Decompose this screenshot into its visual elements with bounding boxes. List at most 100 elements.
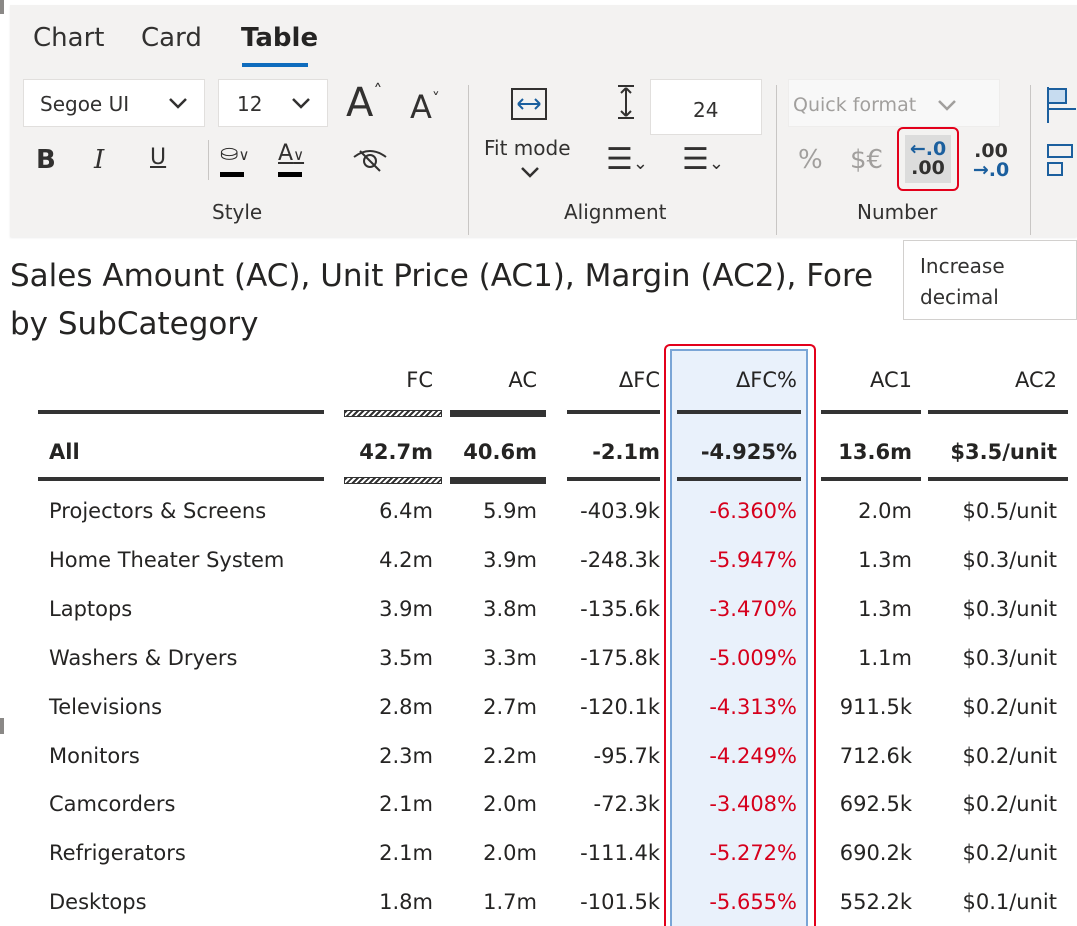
increase-font-size-icon[interactable]: A˄ — [346, 83, 382, 124]
table-cell-ac: 3.9m — [483, 547, 537, 572]
total-rule-ac — [450, 477, 546, 484]
table-cell-fc: 6.4m — [379, 499, 433, 523]
fill-color-swatch — [220, 172, 244, 177]
table-cell-fc: 1.8m — [379, 890, 433, 915]
table-cell-ac2: $0.2/unit — [962, 743, 1057, 768]
decrease-decimal-button[interactable]: .00 →.0 — [970, 137, 1016, 185]
chevron-down-icon[interactable] — [520, 165, 540, 179]
table-cell-ac1: 1.1m — [858, 645, 912, 670]
font-size-dropdown[interactable]: 12 — [218, 79, 328, 127]
active-tab-indicator — [242, 63, 308, 67]
total-rule-ac2 — [928, 477, 1068, 481]
style-group-label: Style — [212, 200, 263, 224]
font-family-dropdown[interactable]: Segoe UI — [23, 79, 205, 127]
total-rule-dfcpct — [677, 477, 801, 481]
fill-color-icon[interactable]: ⛀∨ — [220, 143, 249, 165]
underline-button[interactable]: U — [150, 147, 166, 169]
horizontal-align-icon[interactable]: ☰⌄ — [606, 145, 648, 175]
tab-table[interactable]: Table — [241, 23, 318, 53]
header-rule-fc — [344, 410, 442, 417]
table-row-name: Monitors — [49, 743, 140, 768]
ribbon-divider — [208, 140, 209, 180]
percent-format-button[interactable]: % — [798, 147, 823, 173]
table-cell-ac: 2.0m — [483, 841, 537, 866]
table-cell-dfcpct: -5.655% — [709, 890, 797, 915]
tab-card[interactable]: Card — [141, 23, 202, 53]
chart-title-line-2: by SubCategory — [10, 306, 259, 342]
quick-format-dropdown[interactable]: Quick format — [788, 79, 1000, 127]
column-header-dfcpct: ΔFC% — [735, 368, 797, 392]
vertical-align-icon[interactable]: ☰⌄ — [682, 145, 724, 175]
table-row-name: Televisions — [49, 694, 163, 719]
table-cell-ac2: $0.1/unit — [962, 890, 1057, 915]
table-cell-ac2: $0.3/unit — [962, 596, 1057, 621]
table-cell-ac2: $0.5/unit — [962, 499, 1057, 523]
fit-width-icon[interactable] — [510, 85, 548, 123]
table-cell-ac1: 2.0m — [858, 499, 912, 523]
table-row-name: Laptops — [49, 596, 133, 621]
table-cell-ac1: 552.2k — [839, 890, 912, 915]
total-rule-fc — [344, 477, 442, 484]
alignment-group-label: Alignment — [564, 200, 667, 224]
total-cell-ac: 40.6m — [463, 440, 537, 464]
layout-icon-2[interactable] — [1046, 141, 1077, 181]
table-cell-ac: 5.9m — [483, 499, 537, 523]
total-row-name: All — [49, 440, 80, 464]
ribbon: Chart Card Table Segoe UI 12 A˄ A˅ B I U… — [10, 5, 1077, 237]
chevron-down-icon — [292, 98, 310, 109]
decrease-decimal-icon-top: .00 — [974, 140, 1008, 162]
increase-decimal-icon-bottom: .00 — [911, 157, 945, 179]
bold-button[interactable]: B — [36, 147, 56, 173]
table-cell-fc: 2.1m — [379, 792, 433, 817]
table-cell-dfc: -135.6k — [580, 596, 660, 621]
table-row-name: Home Theater System — [49, 547, 285, 572]
italic-button[interactable]: I — [94, 147, 104, 173]
decrease-decimal-icon-bottom: →.0 — [972, 159, 1010, 181]
header-rule-dfc — [567, 410, 660, 414]
table-row-name: Camcorders — [49, 792, 176, 817]
total-cell-fc: 42.7m — [359, 440, 433, 464]
table-cell-dfc: -111.4k — [580, 841, 660, 866]
total-cell-dfcpct: -4.925% — [700, 440, 797, 464]
column-header-fc: FC — [406, 368, 433, 392]
table-cell-ac: 1.7m — [483, 890, 537, 915]
table-cell-dfcpct: -5.947% — [709, 547, 797, 572]
number-group-label: Number — [857, 200, 938, 224]
row-height-input[interactable]: 24 — [650, 79, 762, 135]
table-cell-dfc: -101.5k — [580, 890, 660, 915]
column-header-dfc: ΔFC — [618, 368, 660, 392]
increase-decimal-button-pressed: ←.0 .00 — [905, 135, 951, 183]
decrease-font-size-icon[interactable]: A˅ — [410, 91, 440, 124]
table-cell-ac: 3.8m — [483, 596, 537, 621]
window-edge-marker-top — [0, 0, 4, 14]
table-cell-ac1: 911.5k — [839, 694, 912, 719]
row-height-icon — [618, 85, 634, 119]
table-cell-ac: 2.7m — [483, 694, 537, 719]
table-cell-fc: 3.5m — [379, 645, 433, 670]
table-cell-fc: 3.9m — [379, 596, 433, 621]
table-cell-ac2: $0.2/unit — [962, 792, 1057, 817]
layout-icon[interactable] — [1046, 85, 1077, 125]
tab-chart[interactable]: Chart — [33, 23, 104, 53]
currency-format-button[interactable]: $€ — [850, 147, 883, 173]
table-cell-dfc: -72.3k — [593, 792, 661, 817]
quick-format-placeholder: Quick format — [793, 94, 917, 116]
chevron-down-icon — [938, 100, 956, 111]
table-cell-dfcpct: -3.470% — [709, 596, 797, 621]
table-row-name: Refrigerators — [49, 841, 186, 866]
header-rule-ac — [450, 410, 546, 417]
font-color-icon[interactable]: A∨ — [278, 143, 304, 165]
fit-mode-label[interactable]: Fit mode — [484, 138, 571, 158]
increase-decimal-button[interactable]: ←.0 .00 — [897, 127, 959, 191]
window-edge-marker-middle — [0, 718, 4, 734]
group-separator — [1030, 85, 1031, 235]
selected-column-highlight[interactable] — [664, 344, 816, 926]
column-header-ac1: AC1 — [869, 368, 912, 392]
table-cell-dfc: -248.3k — [580, 547, 660, 572]
hide-icon[interactable] — [350, 145, 390, 175]
column-header-ac2: AC2 — [1014, 368, 1057, 392]
table-row-name: Projectors & Screens — [49, 499, 267, 523]
table-cell-ac1: 1.3m — [858, 547, 912, 572]
table-cell-dfcpct: -5.009% — [709, 645, 797, 670]
table-cell-dfc: -175.8k — [580, 645, 660, 670]
